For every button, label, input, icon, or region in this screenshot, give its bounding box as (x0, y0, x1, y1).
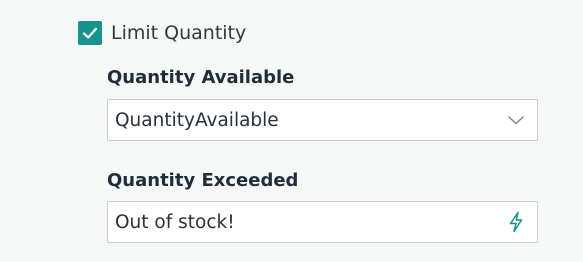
quantity-available-select[interactable]: QuantityAvailable (107, 99, 538, 141)
quantity-exceeded-label: Quantity Exceeded (107, 170, 299, 191)
limit-quantity-label[interactable]: Limit Quantity (111, 22, 246, 44)
quantity-available-label: Quantity Available (107, 67, 295, 88)
quantity-available-value: QuantityAvailable (115, 109, 279, 131)
check-icon (82, 27, 98, 39)
lightning-icon[interactable] (505, 211, 527, 233)
limit-quantity-row[interactable]: Limit Quantity (78, 20, 246, 46)
quantity-exceeded-input[interactable]: Out of stock! (107, 201, 538, 243)
chevron-down-icon[interactable] (505, 109, 527, 131)
quantity-exceeded-value[interactable]: Out of stock! (115, 212, 505, 233)
limit-quantity-checkbox[interactable] (78, 21, 102, 45)
